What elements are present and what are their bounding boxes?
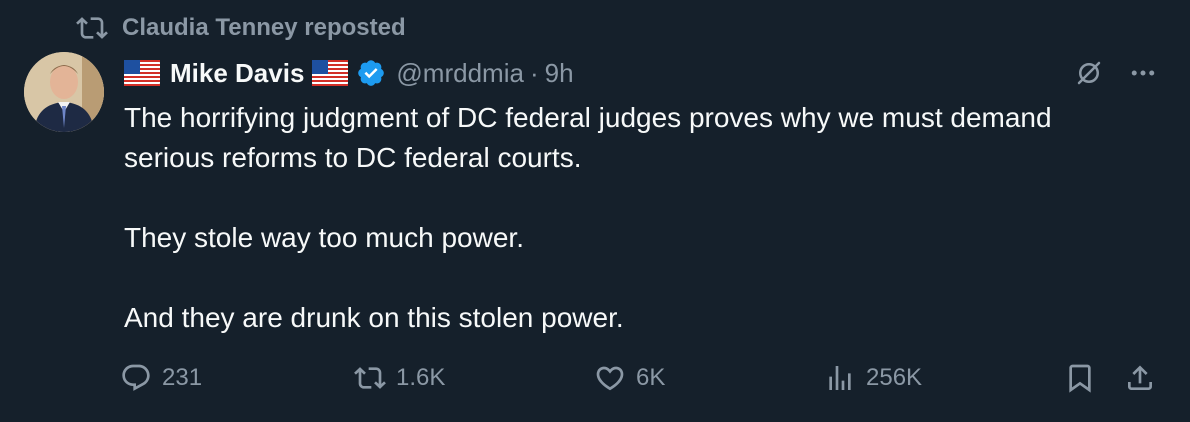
tweet-line: serious reforms to DC federal courts.: [124, 142, 582, 173]
bookmark-button[interactable]: [1064, 362, 1096, 394]
us-flag-icon: [124, 60, 160, 86]
more-options-icon[interactable]: [1128, 58, 1158, 88]
views-count: 256K: [866, 364, 923, 391]
like-button[interactable]: 6K: [594, 362, 665, 394]
repost-icon: [76, 17, 108, 39]
tweet-line: The horrifying judgment of DC federal ju…: [124, 102, 1052, 133]
avatar[interactable]: [24, 52, 104, 132]
verified-badge-icon[interactable]: [356, 58, 386, 88]
share-icon: [1128, 365, 1152, 390]
author-name[interactable]: Mike Davis: [170, 58, 304, 89]
tweet-card[interactable]: Claudia Tenney reposted Mike Davis @mrdd…: [0, 0, 1190, 422]
tweet-text: The horrifying judgment of DC federal ju…: [124, 98, 1164, 338]
action-bar: 231 1.6K 6K 256K: [120, 362, 1160, 402]
us-flag-icon: [312, 60, 349, 86]
repost-button[interactable]: 1.6K: [354, 362, 445, 394]
like-count: 6K: [636, 364, 666, 391]
header-controls: [1074, 54, 1158, 92]
analytics-icon: [829, 366, 851, 390]
timestamp[interactable]: 9h: [545, 58, 574, 89]
reply-button[interactable]: 231: [120, 362, 202, 394]
share-button[interactable]: [1124, 362, 1156, 394]
separator-dot: ·: [529, 57, 539, 88]
heart-icon: [596, 366, 624, 391]
grok-icon[interactable]: [1074, 58, 1104, 88]
views-button[interactable]: 256K: [824, 362, 922, 394]
bookmark-icon: [1069, 364, 1091, 393]
tweet-header: Mike Davis @mrddmia · 9h: [124, 54, 1158, 92]
author-handle[interactable]: @mrddmia: [396, 58, 524, 89]
tweet-line: And they are drunk on this stolen power.: [124, 302, 624, 333]
avatar-image: [24, 52, 104, 132]
repost-icon: [354, 367, 386, 389]
repost-indicator: Claudia Tenney reposted: [76, 12, 406, 44]
reply-count: 231: [162, 364, 203, 391]
repost-label[interactable]: Claudia Tenney reposted: [122, 14, 406, 42]
repost-count: 1.6K: [396, 364, 446, 391]
tweet-line: They stole way too much power.: [124, 222, 524, 253]
reply-icon: [122, 364, 150, 391]
